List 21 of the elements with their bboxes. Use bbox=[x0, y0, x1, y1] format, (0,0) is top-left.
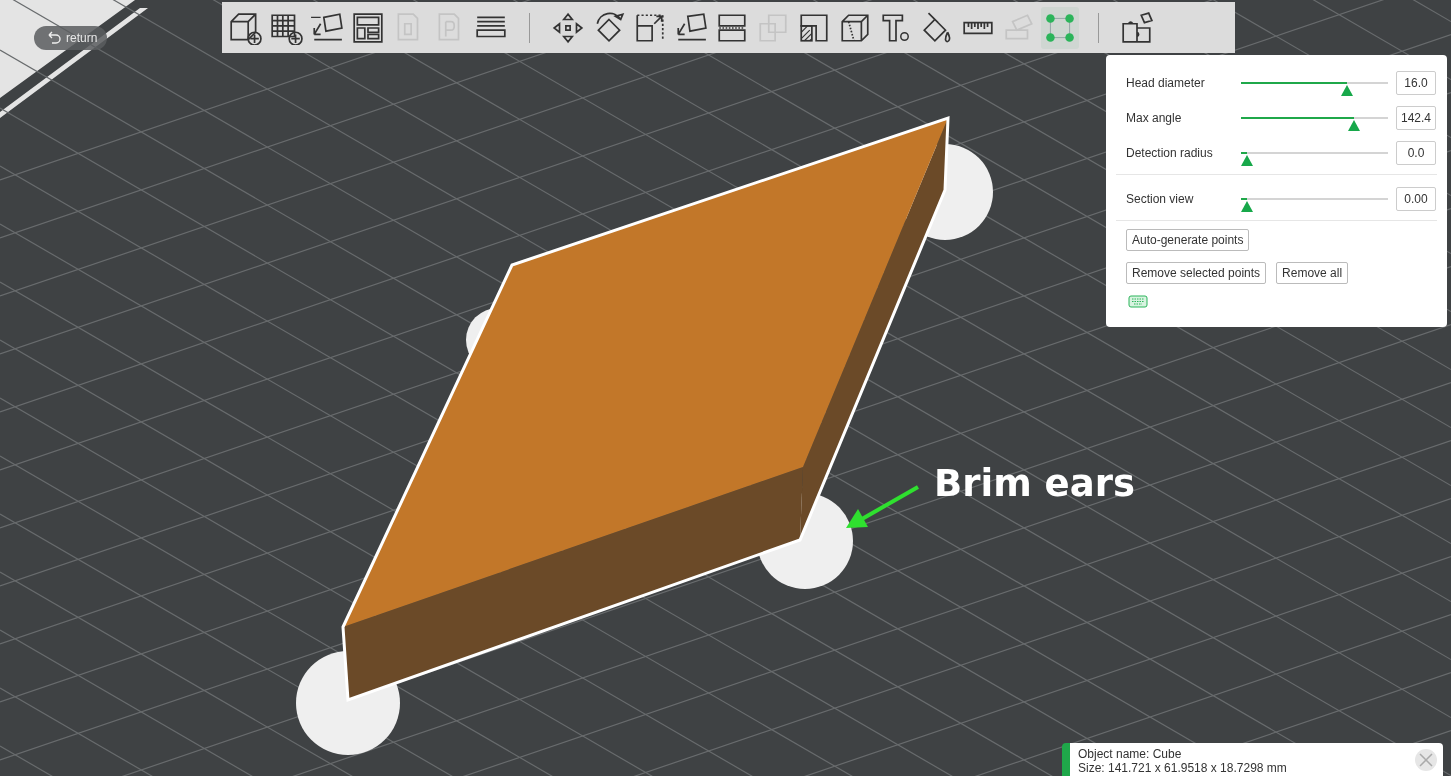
undo-arrow-icon bbox=[46, 30, 62, 46]
value-field[interactable]: 16.0 bbox=[1396, 70, 1436, 95]
annotation-label: Brim ears bbox=[934, 462, 1135, 505]
value-field[interactable]: 142.4 bbox=[1396, 105, 1436, 130]
slider-label: Section view bbox=[1125, 191, 1195, 206]
object-info-text: Object name: Cube bbox=[1078, 747, 1183, 761]
panel-button[interactable]: Remove selected points bbox=[1126, 262, 1267, 284]
panel-button[interactable]: Auto-generate points bbox=[1126, 229, 1250, 251]
value-field[interactable]: 0.0 bbox=[1396, 140, 1436, 165]
slider-thumb[interactable] bbox=[1240, 154, 1253, 166]
value-field[interactable]: 0.00 bbox=[1396, 186, 1436, 211]
panel-button[interactable]: Remove all bbox=[1276, 262, 1349, 284]
return-button[interactable]: return bbox=[34, 26, 108, 50]
object-info-text: Size: 141.721 x 61.9518 x 18.7298 mm bbox=[1078, 761, 1287, 775]
slider-thumb[interactable] bbox=[1240, 200, 1253, 212]
slider-thumb[interactable] bbox=[1348, 119, 1361, 131]
slider-label: Head diameter bbox=[1125, 75, 1206, 90]
corner-dots-icon[interactable] bbox=[1041, 6, 1079, 49]
slider-label: Detection radius bbox=[1125, 145, 1214, 160]
slider-thumb[interactable] bbox=[1340, 84, 1353, 96]
slider-label: Max angle bbox=[1125, 110, 1183, 125]
